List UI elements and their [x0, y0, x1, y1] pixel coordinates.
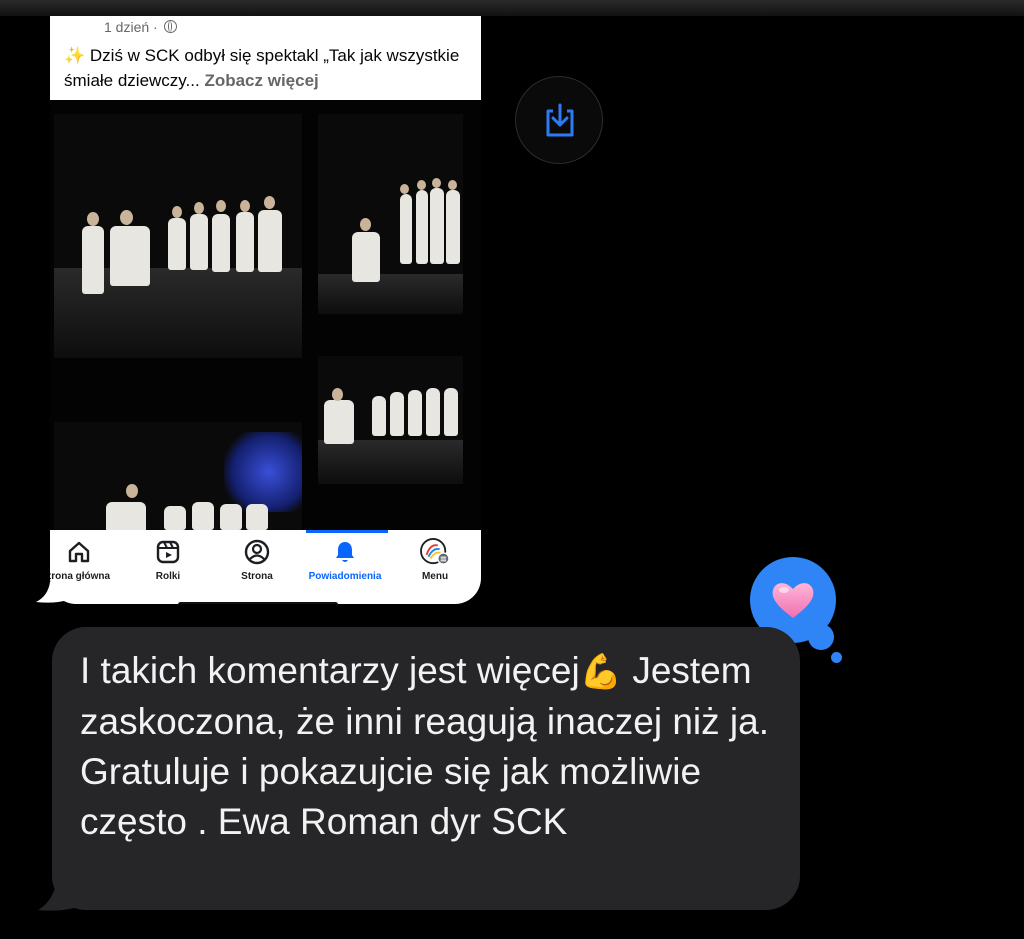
stage-photo: [54, 422, 302, 530]
tab-menu[interactable]: Menu: [390, 538, 480, 582]
home-icon: [68, 541, 90, 563]
tab-label: trona główna: [50, 571, 111, 582]
app-tab-bar: trona główna Rolki Strona Powiadomienia …: [50, 530, 481, 604]
profile-icon: [244, 539, 270, 565]
stage-photo: [318, 114, 463, 314]
reaction-tail: [831, 652, 842, 663]
bell-icon: [336, 542, 354, 562]
stage-photo: [318, 356, 463, 484]
post-photo-grid: [50, 100, 481, 530]
bubble-tail: [36, 582, 68, 603]
tab-label: Menu: [421, 571, 449, 582]
message-text: I takich komentarzy jest więcej💪 Jestem …: [80, 646, 780, 847]
tab-label: Powiadomienia: [308, 571, 382, 582]
active-tab-indicator: [306, 530, 388, 533]
flexed-biceps-emoji: 💪: [579, 653, 623, 691]
tab-reels[interactable]: Rolki: [123, 538, 213, 582]
download-icon: [546, 103, 574, 137]
tab-notifications[interactable]: Powiadomienia: [301, 538, 389, 582]
post-caption: ✨ Dziś w SCK odbył się spektakl „Tak jak…: [64, 43, 474, 93]
reaction-tail: [808, 624, 834, 650]
post-header: 1 dzień · ✨ Dziś w SCK odbył się spektak…: [50, 16, 481, 100]
globe-icon: [163, 20, 177, 33]
shared-image-bubble[interactable]: 1 dzień · ✨ Dziś w SCK odbył się spektak…: [50, 16, 481, 604]
sparkles-icon: ✨: [64, 46, 86, 65]
see-more-link[interactable]: Zobacz więcej: [204, 71, 318, 90]
tab-home[interactable]: trona główna: [50, 538, 124, 582]
save-image-button[interactable]: [515, 76, 603, 164]
post-time-text: 1 dzień ·: [104, 19, 158, 35]
bubble-tail: [38, 884, 74, 911]
tab-label: Rolki: [155, 571, 181, 582]
message-first-line: I takich komentarzy jest więcej: [80, 650, 580, 691]
tab-page[interactable]: Strona: [212, 538, 302, 582]
home-indicator: [178, 602, 338, 604]
menu-avatar-icon: [420, 538, 450, 565]
stage-photo: [54, 114, 302, 358]
reels-icon: [156, 540, 180, 564]
heart-icon: [772, 583, 814, 618]
post-timestamp: 1 dzień ·: [104, 19, 177, 35]
top-edge: [0, 0, 1024, 16]
tab-label: Strona: [241, 571, 273, 582]
